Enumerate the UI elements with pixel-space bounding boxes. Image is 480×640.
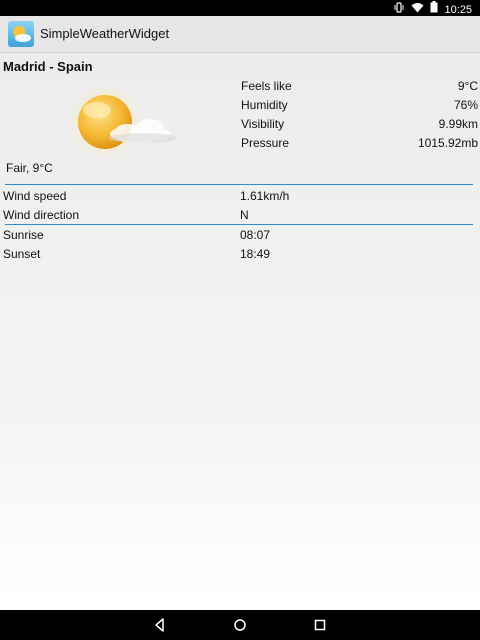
sunset-label: Sunset — [3, 247, 41, 261]
stat-value: 76% — [453, 98, 478, 112]
stat-label: Humidity — [241, 98, 288, 112]
weather-stats: Feels like 9°C Humidity 76% Visibility 9… — [241, 77, 478, 153]
sunrise-label: Sunrise — [3, 228, 44, 242]
sunset-value: 18:49 — [240, 247, 271, 261]
wind-direction-row: Wind direction N — [0, 206, 480, 225]
divider — [5, 224, 473, 225]
action-bar: SimpleWeatherWidget — [0, 16, 480, 53]
divider — [5, 184, 473, 185]
sunset-row: Sunset 18:49 — [0, 245, 480, 264]
sunrise-value: 08:07 — [240, 228, 271, 242]
stat-label: Pressure — [241, 136, 290, 150]
recents-icon[interactable] — [312, 617, 328, 633]
stat-value: 9.99km — [438, 117, 478, 131]
sun-with-cloud-icon — [55, 82, 185, 162]
location-title: Madrid - Spain — [3, 59, 93, 74]
navigation-bar — [0, 610, 480, 640]
wind-speed-label: Wind speed — [3, 189, 67, 203]
status-bar: 10:25 — [0, 0, 480, 16]
stat-visibility: Visibility 9.99km — [241, 115, 478, 134]
wind-speed-row: Wind speed 1.61km/h — [0, 187, 480, 206]
back-icon[interactable] — [152, 617, 168, 633]
stat-label: Visibility — [241, 117, 285, 131]
status-time: 10:25 — [444, 3, 472, 16]
stat-value: 9°C — [457, 79, 478, 93]
app-title: SimpleWeatherWidget — [40, 26, 170, 41]
stat-pressure: Pressure 1015.92mb — [241, 134, 478, 153]
stat-feels-like: Feels like 9°C — [241, 77, 478, 96]
stat-humidity: Humidity 76% — [241, 96, 478, 115]
stat-value: 1015.92mb — [417, 136, 478, 150]
wind-direction-value: N — [240, 208, 249, 222]
wind-speed-value: 1.61km/h — [240, 189, 290, 203]
sunrise-row: Sunrise 08:07 — [0, 226, 480, 245]
wind-direction-label: Wind direction — [3, 208, 80, 222]
current-condition: Fair, 9°C — [6, 161, 53, 175]
stat-label: Feels like — [241, 79, 292, 93]
weather-app-icon[interactable] — [8, 21, 34, 47]
home-icon[interactable] — [232, 617, 248, 633]
